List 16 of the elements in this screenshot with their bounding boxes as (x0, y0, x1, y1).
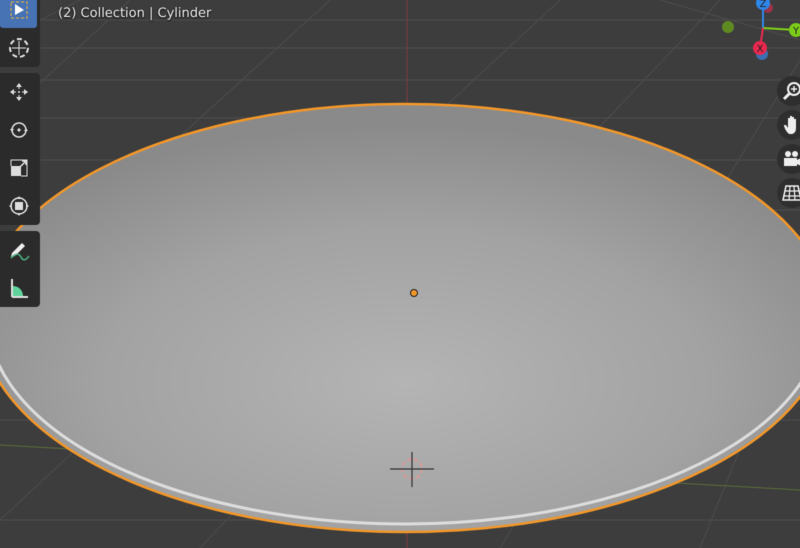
negative-y-axis-dot[interactable] (722, 21, 734, 33)
navigation-button[interactable] (777, 76, 800, 106)
scale-square-icon (8, 157, 30, 179)
transform-icon (8, 195, 30, 217)
3d-cursor-icon (389, 451, 435, 488)
navigation-button[interactable] (777, 178, 800, 208)
select-box-icon (8, 0, 30, 21)
magnifier-plus-icon (781, 80, 800, 102)
z-axis-handle[interactable]: Z (756, 0, 770, 28)
y-axis-handle[interactable]: Y (762, 23, 800, 37)
viewport-info-text: (2) Collection | Cylinder (58, 6, 212, 21)
crosshair-circle-icon (8, 37, 30, 59)
navigation-button[interactable] (777, 144, 800, 174)
navigation-button[interactable] (777, 110, 800, 140)
four-arrows-icon (8, 81, 30, 103)
origin-dot (410, 289, 418, 297)
